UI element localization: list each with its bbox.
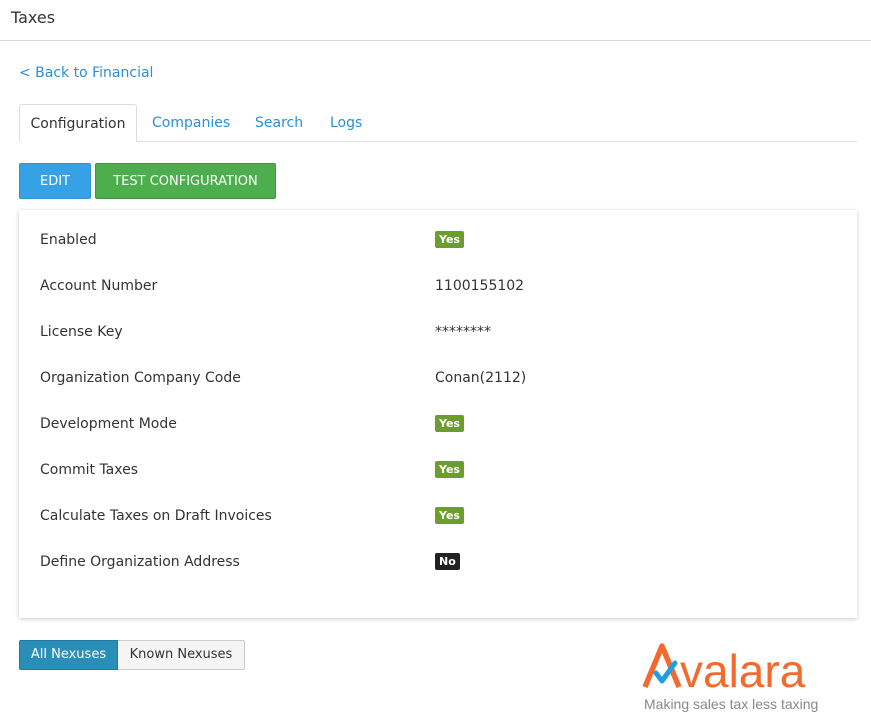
page-title: Taxes: [11, 8, 56, 27]
status-badge: Yes: [435, 507, 464, 524]
status-badge: Yes: [435, 461, 464, 478]
config-value: Conan(2112): [435, 370, 527, 386]
config-row-license-key: License Key ********: [40, 321, 840, 343]
page-header: Taxes: [0, 0, 871, 41]
edit-button[interactable]: EDIT: [19, 163, 91, 199]
test-configuration-button[interactable]: TEST CONFIGURATION: [95, 163, 276, 199]
config-row-development-mode: Development Mode Yes: [40, 413, 840, 435]
avalara-logo: valara Making sales tax less taxing: [640, 640, 850, 719]
config-label: Development Mode: [40, 416, 177, 432]
logo-tagline: Making sales tax less taxing: [644, 696, 819, 712]
config-row-company-code: Organization Company Code Conan(2112): [40, 367, 840, 389]
all-nexuses-toggle[interactable]: All Nexuses: [19, 640, 118, 670]
config-row-commit-taxes: Commit Taxes Yes: [40, 459, 840, 481]
config-label: Account Number: [40, 278, 158, 294]
config-row-organization-address: Define Organization Address No: [40, 551, 840, 573]
known-nexuses-toggle[interactable]: Known Nexuses: [118, 640, 245, 670]
avalara-wordmark: valara: [642, 643, 806, 697]
config-row-draft-invoices: Calculate Taxes on Draft Invoices Yes: [40, 505, 840, 527]
config-row-enabled: Enabled Yes: [40, 229, 840, 251]
tab-bar: Configuration Companies Search Logs: [19, 104, 857, 142]
tab-logs[interactable]: Logs: [330, 104, 362, 142]
config-label: Enabled: [40, 232, 97, 248]
tab-configuration[interactable]: Configuration: [19, 104, 137, 142]
config-row-account-number: Account Number 1100155102: [40, 275, 840, 297]
config-label: Commit Taxes: [40, 462, 139, 478]
config-label: License Key: [40, 324, 123, 340]
tab-search[interactable]: Search: [255, 104, 303, 142]
back-to-financial-link[interactable]: < Back to Financial: [19, 65, 153, 81]
status-badge: No: [435, 553, 460, 570]
status-badge: Yes: [435, 415, 464, 432]
config-label: Define Organization Address: [40, 554, 240, 570]
status-badge: Yes: [435, 231, 464, 248]
avalara-wordmark-text: valara: [680, 645, 806, 696]
tab-companies[interactable]: Companies: [152, 104, 230, 142]
configuration-card: Enabled Yes Account Number 1100155102 Li…: [19, 210, 857, 618]
config-label: Calculate Taxes on Draft Invoices: [40, 508, 272, 524]
config-value: ********: [435, 324, 491, 340]
config-value: 1100155102: [435, 278, 525, 294]
config-label: Organization Company Code: [40, 370, 241, 386]
